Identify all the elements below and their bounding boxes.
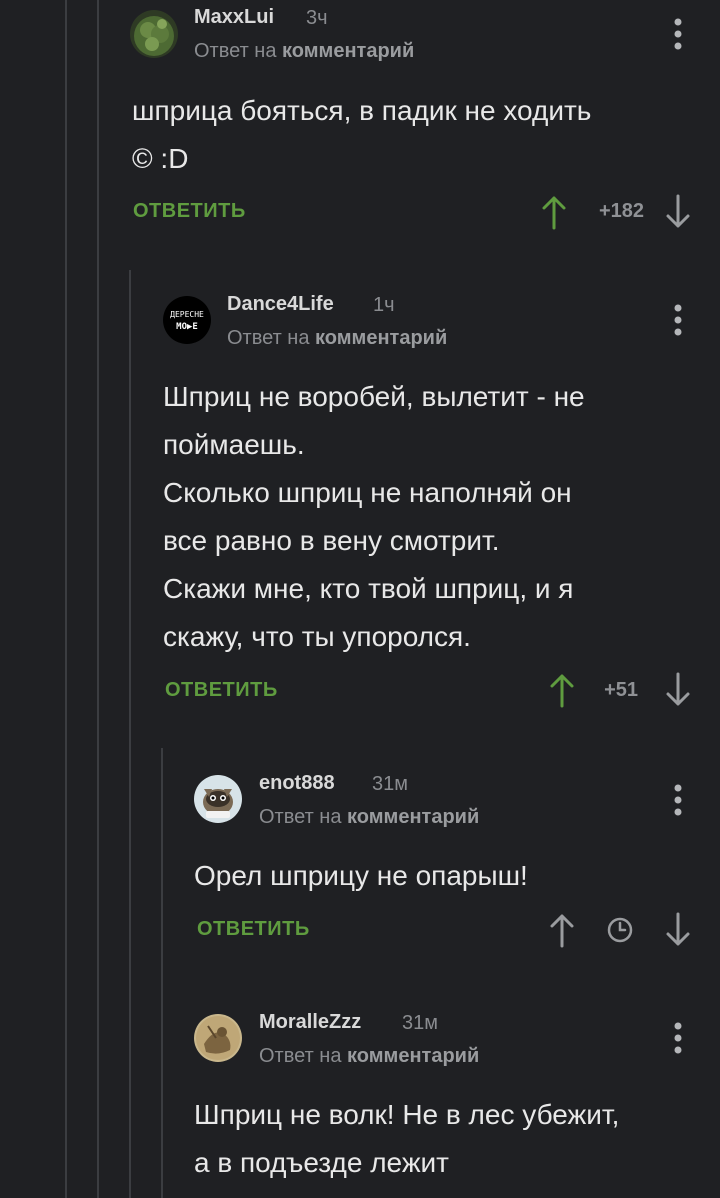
clock-icon xyxy=(607,917,633,943)
comment-time: 1ч xyxy=(373,294,395,316)
author-name[interactable]: enot888 xyxy=(259,772,335,795)
thread-line-3 xyxy=(129,270,131,1198)
comment-text: Шприц не волк! Не в лес убежит, а в подъ… xyxy=(194,1099,620,1178)
vote-score: +182 xyxy=(598,200,644,222)
reply-button[interactable]: ОТВЕТИТЬ xyxy=(197,918,310,941)
more-options-icon[interactable] xyxy=(668,1018,688,1058)
vote-score: +51 xyxy=(604,679,638,701)
author-name[interactable]: Dance4Life xyxy=(227,293,334,316)
upvote-arrow-icon[interactable] xyxy=(546,670,578,710)
avatar-logo-line1: ДЕРЕСНЕ xyxy=(170,310,204,319)
comment-text: Шприц не воробей, вылетит - не поймаешь.… xyxy=(163,381,585,652)
avatar[interactable] xyxy=(194,775,242,823)
author-name[interactable]: MoralleZzz xyxy=(259,1011,361,1034)
cannabis-avatar-icon xyxy=(130,10,178,58)
downvote-arrow-icon[interactable] xyxy=(662,670,694,710)
avatar[interactable] xyxy=(194,1014,242,1062)
upvote-arrow-icon[interactable] xyxy=(538,192,570,232)
thread-line-4 xyxy=(161,748,163,1198)
reply-to-label: Ответ на комментарий xyxy=(194,40,415,62)
comment-text: Орел шприцу не опарыш! xyxy=(194,860,528,891)
reply-to-label: Ответ на комментарий xyxy=(259,806,480,828)
reply-to-label: Ответ на комментарий xyxy=(259,1045,480,1067)
comment-time: 31м xyxy=(402,1012,438,1034)
more-options-icon[interactable] xyxy=(668,300,688,340)
avatar[interactable]: ДЕРЕСНЕ MO▶E xyxy=(163,296,211,344)
more-options-icon[interactable] xyxy=(668,780,688,820)
comment-text: шприца бояться, в падик не ходить © :D xyxy=(132,95,592,174)
author-name[interactable]: MaxxLui xyxy=(194,6,274,29)
raccoon-avatar-icon xyxy=(194,775,242,823)
upvote-arrow-icon[interactable] xyxy=(546,910,578,950)
avatar-logo-line2: MO▶E xyxy=(176,322,198,332)
reply-to-link[interactable]: комментарий xyxy=(282,40,414,62)
avatar[interactable] xyxy=(130,10,178,58)
reply-button[interactable]: ОТВЕТИТЬ xyxy=(165,679,278,702)
reply-button[interactable]: ОТВЕТИТЬ xyxy=(133,200,246,223)
thread-line-1 xyxy=(65,0,67,1198)
thread-line-2 xyxy=(97,0,99,1198)
comment-time: 3ч xyxy=(306,7,328,29)
sepia-avatar-icon xyxy=(194,1014,242,1062)
comment-time: 31м xyxy=(372,773,408,795)
more-options-icon[interactable] xyxy=(668,14,688,54)
reply-to-link[interactable]: комментарий xyxy=(347,806,479,828)
reply-to-link[interactable]: комментарий xyxy=(347,1045,479,1067)
downvote-arrow-icon[interactable] xyxy=(662,910,694,950)
reply-to-link[interactable]: комментарий xyxy=(315,327,447,349)
downvote-arrow-icon[interactable] xyxy=(662,192,694,232)
reply-to-label: Ответ на комментарий xyxy=(227,327,448,349)
depeche-mode-logo-avatar: ДЕРЕСНЕ MO▶E xyxy=(163,296,211,344)
